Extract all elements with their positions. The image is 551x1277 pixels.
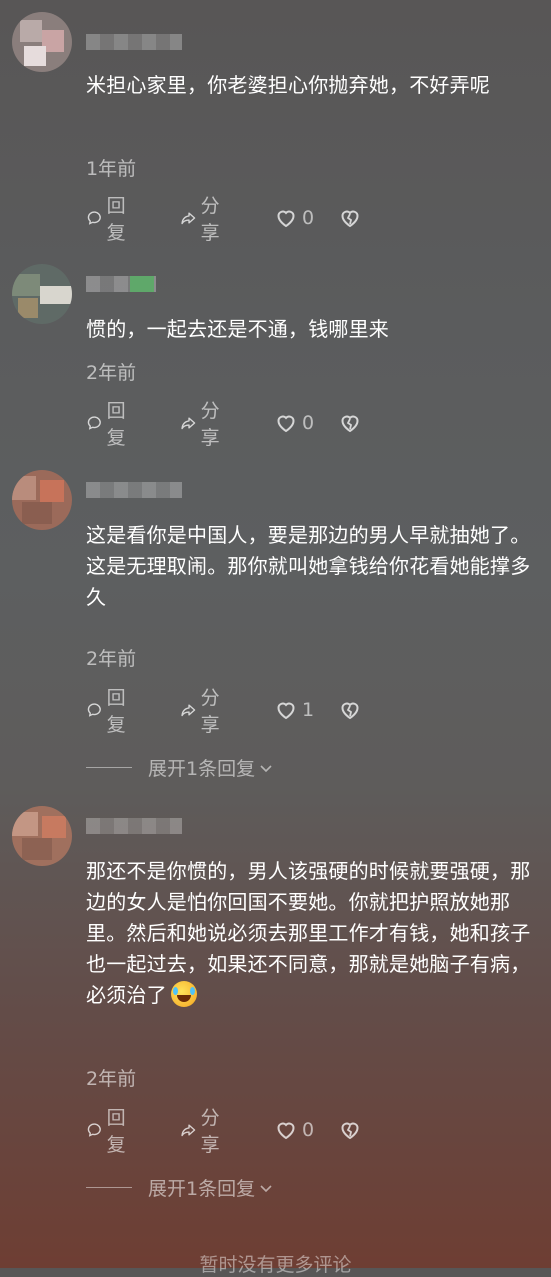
comment-text: 这是看你是中国人，要是那边的男人早就抽她了。这是无理取闹。那你就叫她拿钱给你花看… xyxy=(86,523,531,609)
expand-replies-button[interactable]: 展开1条回复 xyxy=(86,1174,273,1201)
like-count: 1 xyxy=(302,699,315,721)
like-count: 0 xyxy=(302,412,315,434)
comment-time: 2年前 xyxy=(86,1068,137,1090)
rolling-on-floor-laughing-emoji xyxy=(170,981,197,1007)
reply-button[interactable]: 回复 xyxy=(86,687,133,736)
share-button[interactable]: 分享 xyxy=(180,195,227,244)
share-label: 分享 xyxy=(200,195,220,244)
expand-label: 展开1条回复 xyxy=(148,758,256,780)
username[interactable]: 用户 xyxy=(86,34,182,50)
divider-line xyxy=(86,1187,132,1188)
reply-label: 回复 xyxy=(106,195,126,244)
reply-button[interactable]: 回复 xyxy=(86,195,133,244)
broken-heart-icon xyxy=(341,1122,359,1140)
chevron-down-icon xyxy=(260,1184,272,1192)
comment-time: 2年前 xyxy=(86,648,137,670)
comment-time: 2年前 xyxy=(86,362,137,384)
avatar[interactable] xyxy=(12,264,72,324)
heart-icon xyxy=(277,210,295,228)
comment-text: 那还不是你惯的，男人该强硬的时候就要强硬，那边的女人是怕你回国不要她。你就把护照… xyxy=(86,856,546,1011)
broken-heart-icon xyxy=(341,210,359,228)
share-label: 分享 xyxy=(200,400,220,449)
comment-bubble-icon xyxy=(87,416,101,430)
share-arrow-icon xyxy=(181,417,196,430)
dislike-button[interactable] xyxy=(338,1116,366,1144)
comment-text: 米担心家里，你老婆担心你抛弃她，不好弄呢 xyxy=(86,73,490,97)
like-button[interactable]: 0 xyxy=(274,1116,314,1144)
divider-line xyxy=(86,767,132,768)
avatar[interactable] xyxy=(12,12,72,72)
broken-heart-icon xyxy=(341,702,359,720)
dislike-button[interactable] xyxy=(338,696,366,724)
heart-icon xyxy=(277,415,295,433)
share-arrow-icon xyxy=(181,704,196,717)
like-count: 0 xyxy=(302,1119,315,1141)
dislike-button[interactable] xyxy=(338,204,366,232)
avatar[interactable] xyxy=(12,470,72,530)
share-arrow-icon xyxy=(181,212,196,225)
share-arrow-icon xyxy=(181,1124,196,1137)
broken-heart-icon xyxy=(341,415,359,433)
reply-button[interactable]: 回复 xyxy=(86,400,133,449)
comment-bubble-icon xyxy=(87,211,101,225)
like-count: 0 xyxy=(302,207,315,229)
like-button[interactable]: 0 xyxy=(274,409,314,437)
reply-button[interactable]: 回复 xyxy=(86,1107,133,1156)
username-badge xyxy=(130,276,154,292)
share-label: 分享 xyxy=(200,687,220,736)
username[interactable]: 用户 xyxy=(86,482,182,498)
like-button[interactable]: 1 xyxy=(274,696,314,724)
expand-replies-button[interactable]: 展开1条回复 xyxy=(86,754,273,781)
username[interactable]: 用户 xyxy=(86,818,182,834)
comment-bubble-icon xyxy=(87,1123,101,1137)
comment-text-body: 那还不是你惯的，男人该强硬的时候就要强硬，那边的女人是怕你回国不要她。你就把护照… xyxy=(86,859,531,1007)
dislike-button[interactable] xyxy=(338,409,366,437)
comment-text: 惯的，一起去还是不通，钱哪里来 xyxy=(86,317,389,341)
chevron-down-icon xyxy=(260,764,272,772)
share-label: 分享 xyxy=(200,1107,220,1156)
expand-label: 展开1条回复 xyxy=(148,1178,256,1200)
no-more-comments-text: 暂时没有更多评论 xyxy=(199,1254,352,1276)
reply-label: 回复 xyxy=(106,400,126,449)
heart-icon xyxy=(277,702,295,720)
like-button[interactable]: 0 xyxy=(274,204,314,232)
reply-label: 回复 xyxy=(106,687,126,736)
share-button[interactable]: 分享 xyxy=(180,687,227,736)
heart-icon xyxy=(277,1122,295,1140)
comment-bubble-icon xyxy=(87,703,101,717)
share-button[interactable]: 分享 xyxy=(180,400,227,449)
comment-time: 1年前 xyxy=(86,158,137,180)
avatar[interactable] xyxy=(12,806,72,866)
share-button[interactable]: 分享 xyxy=(180,1107,227,1156)
reply-label: 回复 xyxy=(106,1107,126,1156)
